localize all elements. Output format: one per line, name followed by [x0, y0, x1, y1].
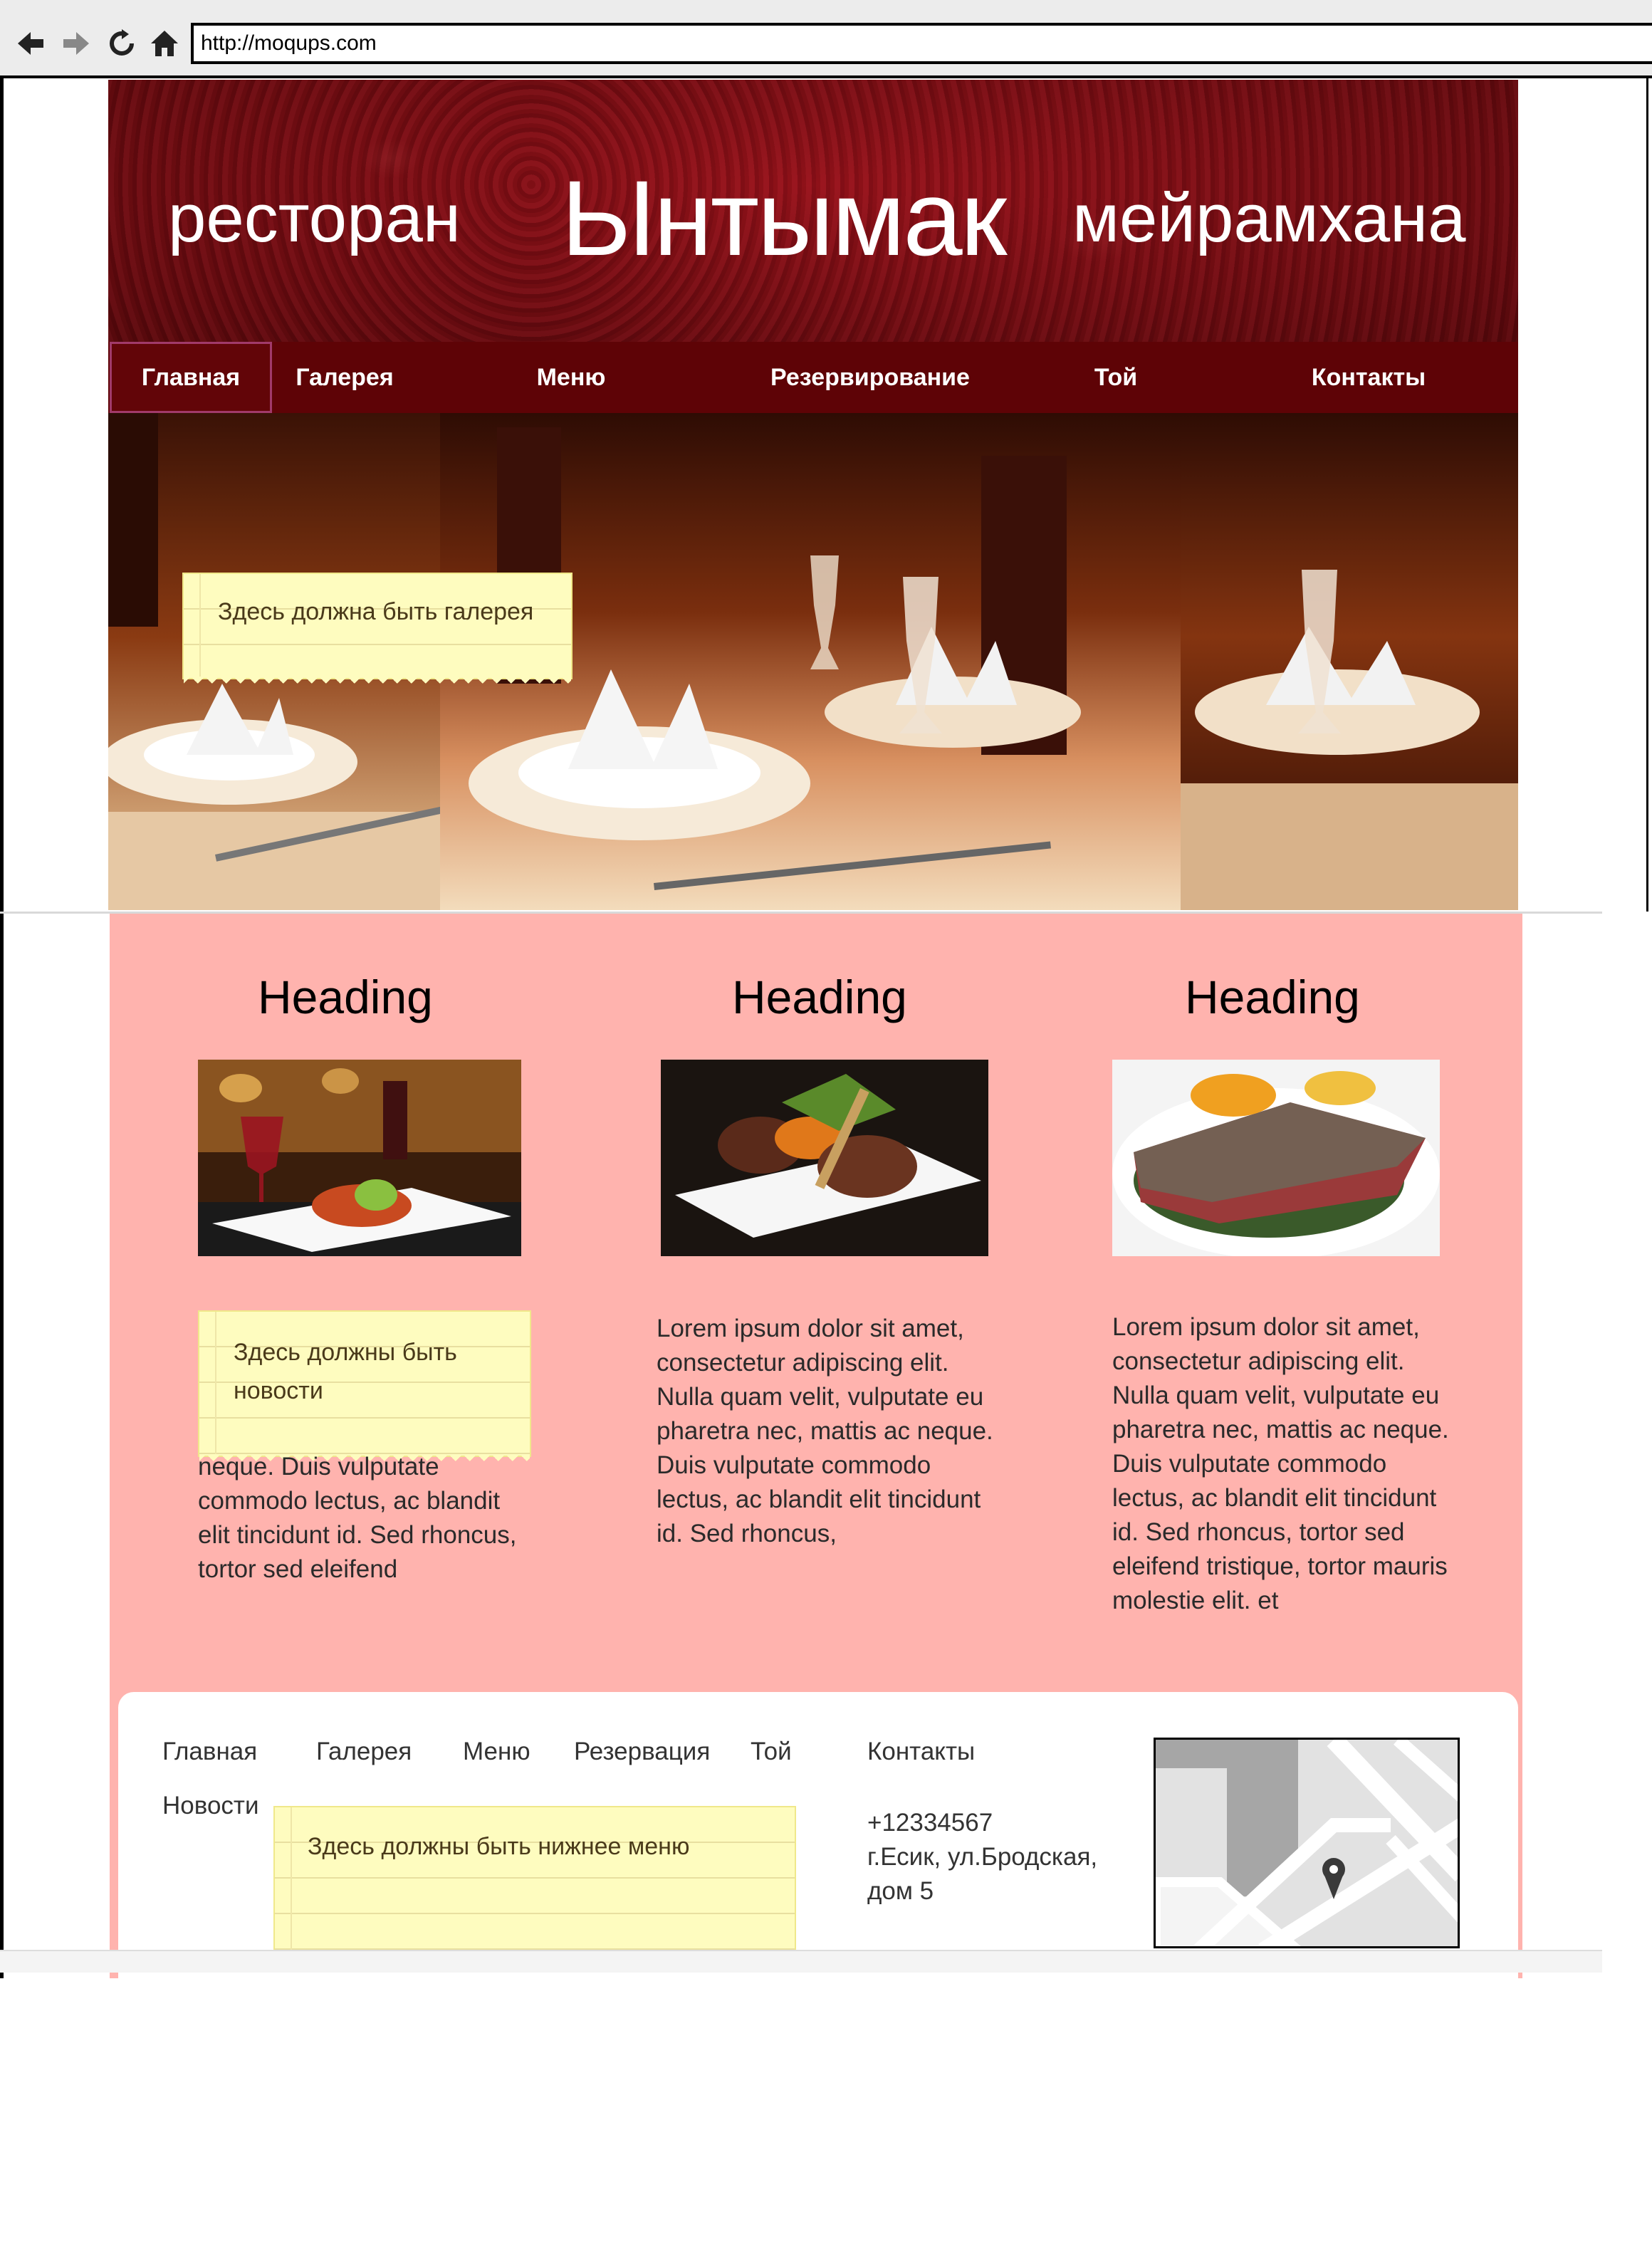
nav-item-contacts[interactable]: Контакты [1262, 342, 1475, 413]
column-3-image [1112, 1060, 1440, 1256]
back-arrow-icon[interactable] [10, 23, 51, 64]
footer-link-gallery[interactable]: Галерея [316, 1738, 412, 1766]
location-map[interactable] [1154, 1738, 1460, 1948]
news-note-text: Здесь должны быть новости [234, 1339, 457, 1404]
footer-address-line1: г.Есик, ул.Бродская, [867, 1843, 1098, 1871]
gallery-image-3 [1181, 413, 1518, 910]
footer-link-reservation[interactable]: Резервация [574, 1738, 710, 1766]
page-bottom-strip [0, 1950, 1602, 1973]
nav-item-menu[interactable]: Меню [507, 342, 635, 413]
column-3-heading: Heading [1185, 971, 1360, 1023]
footer-link-news[interactable]: Новости [162, 1792, 259, 1820]
column-1-image [198, 1060, 521, 1256]
site-header: ресторан Ынтымак мейрамхана [108, 80, 1518, 342]
window-border-right [1646, 77, 1648, 912]
site-title: Ынтымак [561, 158, 1007, 278]
column-2-image [661, 1060, 988, 1256]
nav-item-home[interactable]: Главная [110, 342, 272, 413]
header-left-word: ресторан [168, 180, 461, 256]
nav-item-reservation[interactable]: Резервирование [735, 342, 1005, 413]
footer-link-home[interactable]: Главная [162, 1738, 257, 1766]
footer-link-toi[interactable]: Той [751, 1738, 792, 1766]
column-1-heading: Heading [258, 971, 433, 1023]
reload-icon[interactable] [101, 23, 142, 64]
header-right-word: мейрамхана [1072, 180, 1466, 256]
nav-item-toi[interactable]: Той [1062, 342, 1169, 413]
window-border-left [0, 77, 4, 1978]
nav-item-gallery[interactable]: Галерея [273, 342, 416, 413]
column-2-text: Lorem ipsum dolor sit amet, consectetur … [657, 1315, 993, 1547]
gallery-placeholder-note: Здесь должна быть галерея [182, 573, 573, 688]
footer-address-line2: дом 5 [867, 1877, 934, 1905]
footer-menu-placeholder-note: Здесь должны быть нижнее меню [273, 1806, 796, 1961]
address-bar[interactable]: http://moqups.com [191, 23, 1652, 64]
forward-arrow-icon[interactable] [56, 23, 97, 64]
footer-link-menu[interactable]: Меню [463, 1738, 530, 1766]
footer-note-text: Здесь должны быть нижнее меню [308, 1833, 690, 1860]
column-1-text: neque. Duis vulputate commodo lectus, ac… [198, 1453, 517, 1583]
main-nav: Главная Галерея Меню Резервирование Той … [108, 342, 1518, 413]
footer-contacts-title: Контакты [867, 1738, 976, 1765]
column-3-text: Lorem ipsum dolor sit amet, consectetur … [1112, 1313, 1449, 1614]
home-icon[interactable] [144, 23, 185, 64]
footer-phone: +12334567 [867, 1809, 993, 1837]
browser-toolbar: http://moqups.com [0, 0, 1652, 78]
gallery-note-text: Здесь должна быть галерея [218, 598, 534, 625]
column-2-heading: Heading [732, 971, 907, 1023]
news-placeholder-note: Здесь должны быть новости [198, 1310, 531, 1466]
